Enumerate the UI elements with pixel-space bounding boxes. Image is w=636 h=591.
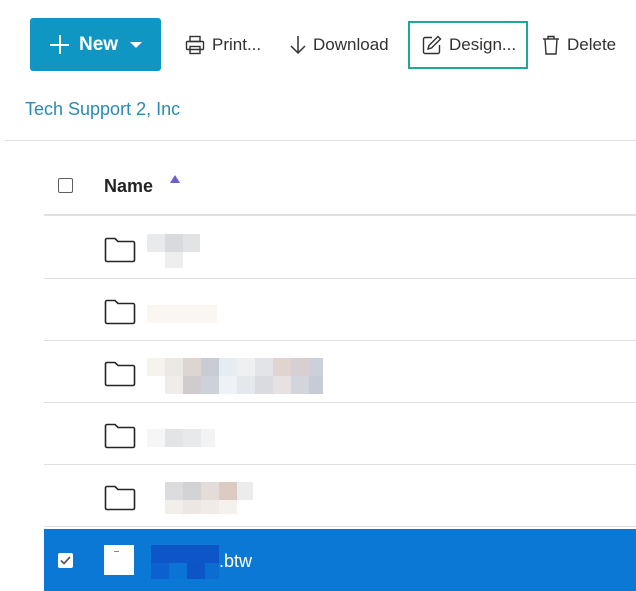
checkmark-icon [60, 556, 71, 565]
divider [5, 140, 636, 141]
delete-label: Delete [567, 35, 617, 54]
column-header-name[interactable]: Name [104, 176, 153, 197]
design-button[interactable]: Design... [408, 21, 528, 69]
printer-icon [185, 35, 205, 55]
row-checkbox[interactable] [58, 553, 73, 568]
plus-icon [50, 35, 69, 54]
delete-button[interactable]: Delete [541, 22, 616, 68]
select-all-checkbox[interactable] [58, 178, 73, 193]
table-row[interactable] [44, 465, 636, 527]
folder-icon [104, 299, 136, 325]
print-label: Print... [212, 35, 262, 54]
folder-icon [104, 423, 136, 449]
download-button[interactable]: Download [289, 22, 389, 68]
sort-ascending-icon [170, 175, 180, 183]
breadcrumb[interactable]: Tech Support 2, Inc [25, 99, 180, 120]
table-header: Name [44, 154, 636, 216]
print-button[interactable]: Print... [184, 22, 261, 68]
header-divider [44, 214, 636, 216]
file-icon [104, 545, 134, 575]
table-row[interactable] [44, 341, 636, 403]
file-name: .btw [219, 551, 253, 571]
folder-icon [104, 237, 136, 263]
edit-icon [422, 35, 442, 55]
design-label: Design... [449, 35, 517, 54]
table-row[interactable] [44, 403, 636, 465]
table-row[interactable] [44, 217, 636, 279]
new-button[interactable]: New [30, 18, 161, 71]
trash-icon [543, 35, 559, 55]
new-button-label: New [79, 33, 119, 55]
table-row-selected[interactable]: .btw [44, 529, 636, 591]
download-icon [290, 36, 306, 55]
table-row[interactable] [44, 279, 636, 341]
folder-icon [104, 361, 136, 387]
folder-icon [104, 485, 136, 511]
chevron-down-icon [130, 41, 143, 48]
download-label: Download [313, 35, 389, 54]
command-bar: New Print... Download Design... Delete [0, 0, 636, 90]
